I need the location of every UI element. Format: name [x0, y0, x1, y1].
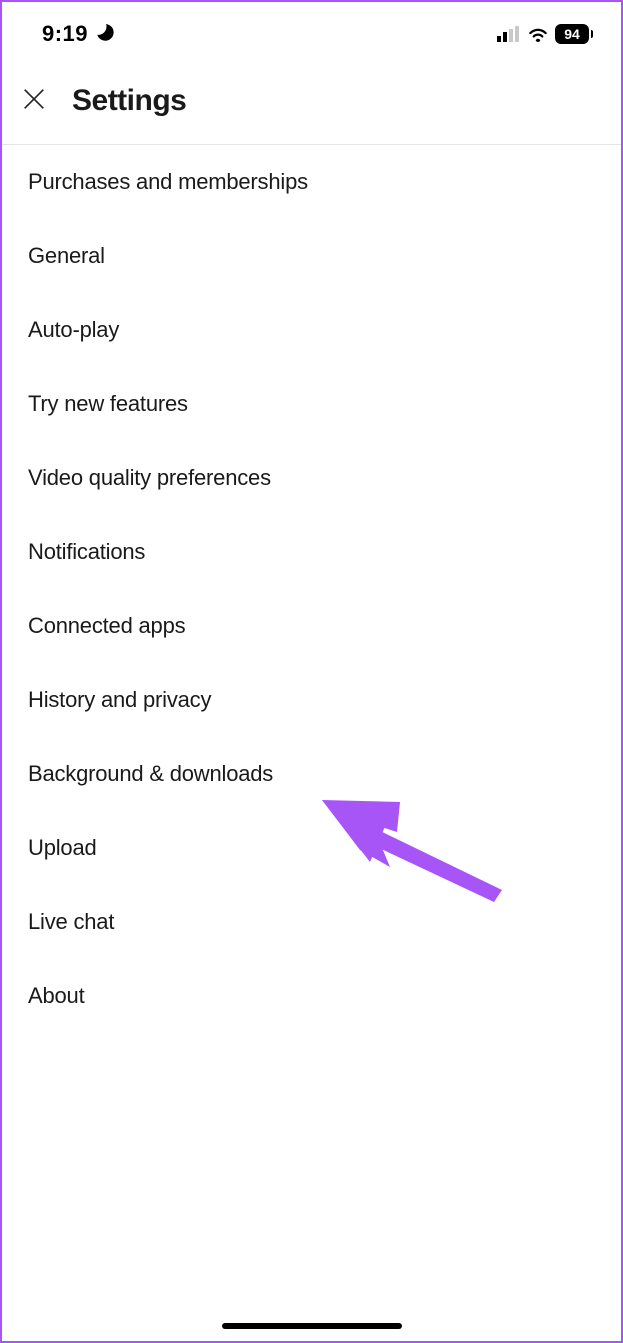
settings-item-about[interactable]: About — [2, 959, 621, 1033]
moon-icon — [94, 22, 114, 47]
settings-item-label: Upload — [28, 835, 97, 860]
battery-icon: 94 — [555, 24, 593, 44]
settings-item-label: General — [28, 243, 105, 268]
status-time: 9:19 — [42, 21, 88, 47]
settings-item-label: History and privacy — [28, 687, 211, 712]
settings-item-label: Auto-play — [28, 317, 119, 342]
wifi-icon — [527, 26, 549, 42]
settings-item-label: Connected apps — [28, 613, 185, 638]
settings-item-try-new-features[interactable]: Try new features — [2, 367, 621, 441]
status-bar: 9:19 94 — [2, 2, 621, 58]
status-left: 9:19 — [42, 21, 114, 47]
settings-item-purchases[interactable]: Purchases and memberships — [2, 145, 621, 219]
settings-item-label: About — [28, 983, 85, 1008]
cellular-icon — [497, 26, 521, 42]
settings-item-label: Try new features — [28, 391, 188, 416]
settings-item-label: Purchases and memberships — [28, 169, 308, 194]
settings-item-general[interactable]: General — [2, 219, 621, 293]
settings-item-label: Video quality preferences — [28, 465, 271, 490]
home-indicator[interactable] — [222, 1323, 402, 1329]
settings-item-label: Notifications — [28, 539, 145, 564]
settings-item-video-quality[interactable]: Video quality preferences — [2, 441, 621, 515]
settings-item-upload[interactable]: Upload — [2, 811, 621, 885]
settings-item-autoplay[interactable]: Auto-play — [2, 293, 621, 367]
settings-item-connected-apps[interactable]: Connected apps — [2, 589, 621, 663]
close-icon[interactable] — [20, 85, 48, 118]
settings-item-live-chat[interactable]: Live chat — [2, 885, 621, 959]
settings-list: Purchases and memberships General Auto-p… — [2, 145, 621, 1033]
status-right: 94 — [497, 24, 593, 44]
page-title: Settings — [72, 84, 186, 118]
settings-item-label: Live chat — [28, 909, 114, 934]
settings-item-history-privacy[interactable]: History and privacy — [2, 663, 621, 737]
settings-item-label: Background & downloads — [28, 761, 273, 786]
header: Settings — [2, 58, 621, 145]
settings-item-background-downloads[interactable]: Background & downloads — [2, 737, 621, 811]
settings-item-notifications[interactable]: Notifications — [2, 515, 621, 589]
